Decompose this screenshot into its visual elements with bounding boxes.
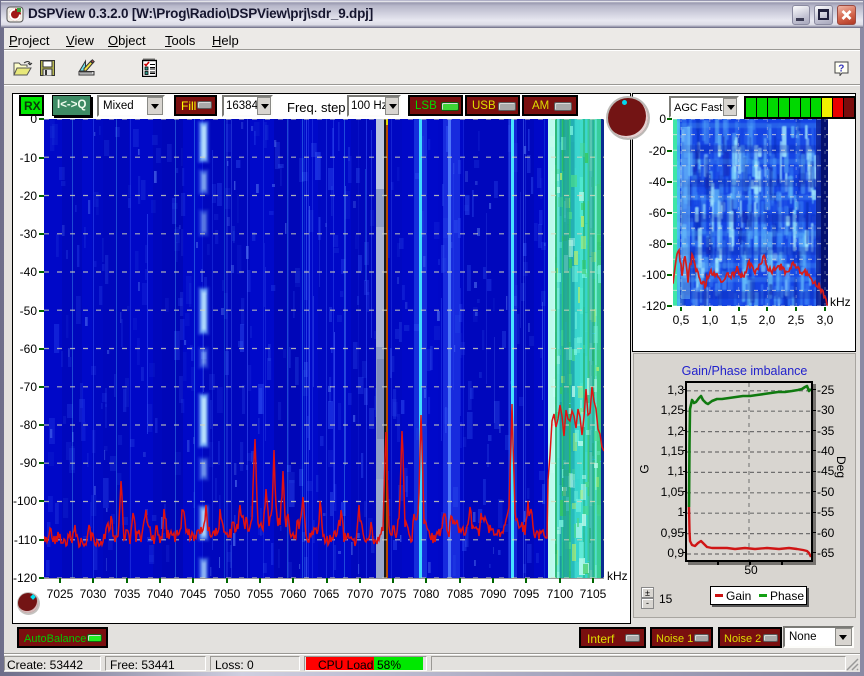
svg-text:?: ? [838,64,844,75]
